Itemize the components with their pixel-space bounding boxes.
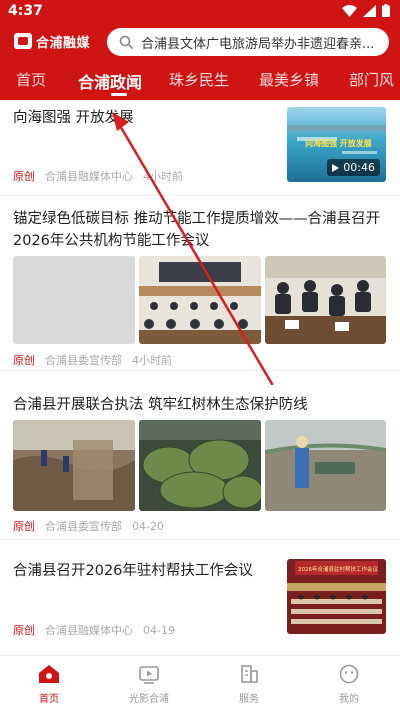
original-badge: 原创 <box>13 170 35 183</box>
article-title: 合浦县召开2026年驻村帮扶工作会议 <box>13 563 253 579</box>
nav-service-label: 服务 <box>239 694 259 705</box>
service-icon <box>241 665 258 683</box>
article-source: 合浦县融媒体中心 <box>45 624 133 637</box>
article-time: 4小时前 <box>132 354 172 367</box>
article-meta: 原创 合浦县委宣传部 4小时前 <box>13 352 172 368</box>
app-logo: 合浦融媒 <box>14 31 90 51</box>
home-icon <box>39 665 59 683</box>
channel-tabs: 首页 合浦政闻 珠乡民生 最美乡镇 部门风 <box>0 62 400 98</box>
field-photo-image <box>265 420 386 511</box>
meeting-photo-image <box>139 256 261 344</box>
wifi-icon <box>342 4 357 17</box>
video-thumbnail[interactable]: 向海图强 开放发展 00:46 <box>287 107 386 182</box>
article-time: 04-19 <box>143 624 175 637</box>
status-time: 4:37 <box>8 3 43 19</box>
nav-profile-label: 我的 <box>339 694 359 705</box>
field-photo[interactable] <box>265 420 386 511</box>
signal-icon <box>363 4 376 17</box>
field-photo[interactable] <box>139 420 261 511</box>
profile-icon <box>339 664 359 684</box>
nav-video[interactable]: 光影合浦 <box>114 664 184 705</box>
tab-beautiful-towns[interactable]: 最美乡镇 <box>259 69 319 90</box>
tab-home[interactable]: 首页 <box>16 69 46 90</box>
nav-video-label: 光影合浦 <box>129 694 169 705</box>
meeting-photo[interactable] <box>139 256 261 344</box>
search-bar[interactable]: 合浦县文体广电旅游局举办非遗迎春亲... <box>107 28 389 56</box>
nav-service[interactable]: 服务 <box>214 664 284 705</box>
play-icon <box>332 163 340 172</box>
meeting-photo-image <box>265 256 386 344</box>
search-icon <box>119 35 133 49</box>
article-source: 合浦县委宣传部 <box>45 520 122 533</box>
list-item[interactable]: 合浦县召开2026年驻村帮扶工作会议 原创 合浦县融媒体中心 04-19 2026年… <box>0 541 400 649</box>
field-photo[interactable] <box>13 420 135 511</box>
meeting-photo[interactable]: 2026年合浦县驻村帮扶工作会议 <box>287 559 386 634</box>
tab-zhuxiang-livelihood[interactable]: 珠乡民生 <box>169 69 229 90</box>
thumbnail-caption: 2026年合浦县驻村帮扶工作会议 <box>298 567 378 573</box>
logo-icon <box>14 33 32 49</box>
status-bar: 4:37 <box>0 0 400 24</box>
thumbnail-caption: 向海图强 开放发展 <box>305 139 372 148</box>
nav-home-label: 首页 <box>39 694 59 705</box>
list-item[interactable]: 合浦县开展联合执法 筑牢红树林生态保护防线 原创 合浦县委宣传部 04-20 <box>0 372 400 540</box>
tab-departments[interactable]: 部门风 <box>349 69 394 90</box>
field-photo-image <box>13 420 135 511</box>
original-badge: 原创 <box>13 520 35 533</box>
search-hint-text: 合浦县文体广电旅游局举办非遗迎春亲... <box>141 36 375 52</box>
list-item[interactable]: 向海图强 开放发展 原创 合浦县融媒体中心 4小时前 向海图强 开放发展 00:46 <box>0 100 400 196</box>
field-photo-image <box>139 420 261 511</box>
original-badge: 原创 <box>13 624 35 637</box>
article-source: 合浦县委宣传部 <box>45 354 122 367</box>
article-source: 合浦县融媒体中心 <box>45 170 133 183</box>
battery-icon <box>382 4 390 17</box>
list-item[interactable]: 锚定绿色低碳目标 推动节能工作提质增效——合浦县召开2026年公共机构节能工作会… <box>0 197 400 371</box>
logo-text: 合浦融媒 <box>36 35 91 51</box>
video-duration: 00:46 <box>327 159 380 176</box>
article-meta: 原创 合浦县融媒体中心 04-19 <box>13 622 175 638</box>
article-title: 向海图强 开放发展 <box>13 110 134 126</box>
bottom-nav: 首页 光影合浦 服务 我的 <box>0 655 400 711</box>
article-time: 04-20 <box>132 520 164 533</box>
nav-profile[interactable]: 我的 <box>314 664 384 705</box>
meeting-photo[interactable] <box>265 256 386 344</box>
article-meta: 原创 合浦县融媒体中心 4小时前 <box>13 168 183 184</box>
duration-text: 00:46 <box>343 161 375 174</box>
active-tab-indicator <box>111 93 127 96</box>
article-title: 锚定绿色低碳目标 推动节能工作提质增效——合浦县召开2026年公共机构节能工作会… <box>13 211 381 249</box>
original-badge: 原创 <box>13 354 35 367</box>
thumbnail-placeholder[interactable] <box>13 256 135 344</box>
article-title: 合浦县开展联合执法 筑牢红树林生态保护防线 <box>13 397 308 413</box>
article-meta: 原创 合浦县委宣传部 04-20 <box>13 518 164 534</box>
nav-home[interactable]: 首页 <box>14 664 84 705</box>
app-header: 4:37 合浦融媒 合浦县文体广电旅游局举办非遗迎春亲... 首页 合浦政闻 珠… <box>0 0 400 100</box>
tab-hepu-politics[interactable]: 合浦政闻 <box>78 69 142 93</box>
status-icons <box>342 4 390 17</box>
article-time: 4小时前 <box>143 170 183 183</box>
video-icon <box>139 666 159 684</box>
